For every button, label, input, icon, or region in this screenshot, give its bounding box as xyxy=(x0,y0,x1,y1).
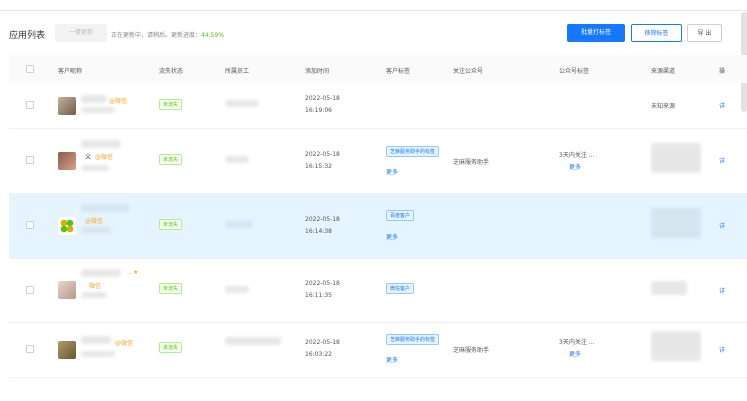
more-tags-link[interactable]: 更多 xyxy=(386,232,398,241)
remark-redacted xyxy=(81,292,107,298)
staff-redacted xyxy=(225,337,281,345)
source-channel: 未知来源 xyxy=(651,103,676,110)
remark-redacted xyxy=(81,165,109,171)
add-time: 16:19:06 xyxy=(305,107,332,114)
table-row[interactable]: @微信 未流失 2022-05-18 16:14:38 百度客户 更多 详 xyxy=(9,194,747,259)
customer-tag: 微信客户 xyxy=(386,283,415,294)
top-divider xyxy=(0,10,747,11)
official-account: 芝麻服务助手 xyxy=(453,159,490,166)
update-status: 正在更新中，请稍后。更新进度：44.59% xyxy=(111,32,224,39)
table-row[interactable]: …★ 微信 未流失 2022-05-18 16:11:35 微信客户 详 xyxy=(9,259,747,323)
clover-icon xyxy=(60,219,74,233)
row-checkbox[interactable] xyxy=(26,101,34,109)
update-progress: 44.59% xyxy=(201,32,224,39)
status-badge: 未流失 xyxy=(159,342,183,353)
add-date: 2022-05-18 xyxy=(305,151,340,158)
avatar xyxy=(58,97,76,115)
detail-link[interactable]: 详 xyxy=(719,345,725,354)
wechat-badge: @微信 xyxy=(115,340,134,347)
source-redacted xyxy=(651,331,701,361)
more-tags-link[interactable]: 更多 xyxy=(386,355,398,364)
source-redacted xyxy=(651,143,701,173)
wechat-star-icon: …★ xyxy=(127,269,139,276)
nickname-redacted xyxy=(81,269,121,277)
detail-link[interactable]: 详 xyxy=(719,221,725,230)
col-customer-tag: 客户标签 xyxy=(386,68,411,75)
remark-redacted xyxy=(81,227,111,233)
update-button[interactable]: 一键更新 xyxy=(55,24,107,42)
remark-redacted xyxy=(81,107,115,113)
remark-redacted xyxy=(81,351,115,357)
add-date: 2022-05-18 xyxy=(305,95,340,102)
more-account-tags-link[interactable]: 更多 xyxy=(569,349,581,358)
status-badge: 未流失 xyxy=(159,99,183,110)
nickname-redacted xyxy=(81,140,121,148)
table-header: 客户昵称 流失状态 所属员工 添加时间 客户标签 关注公众号 公众号标签 来源渠… xyxy=(9,55,747,83)
avatar xyxy=(58,152,76,170)
wechat-badge: 微信 xyxy=(89,283,102,290)
account-tag: 3天内关注 ... xyxy=(559,339,595,346)
table-row[interactable]: @微信 未流失 2022-05-18 16:03:22 芝麻服务助手的标签 更多… xyxy=(9,323,747,378)
add-time: 16:03:22 xyxy=(305,351,332,358)
row-checkbox[interactable] xyxy=(26,345,34,353)
staff-redacted xyxy=(225,156,249,163)
add-date: 2022-05-18 xyxy=(305,216,340,223)
col-staff: 所属员工 xyxy=(225,68,250,75)
detail-link[interactable]: 详 xyxy=(719,101,725,110)
wechat-badge: @微信 xyxy=(95,154,114,161)
avatar xyxy=(58,341,76,359)
customer-tag: 芝麻服务助手的标签 xyxy=(386,334,440,345)
nickname-text: 义 xyxy=(85,154,92,161)
customer-tag: 芝麻服务助手的标签 xyxy=(386,146,440,157)
row-checkbox[interactable] xyxy=(26,286,34,294)
col-add-time: 添加时间 xyxy=(305,68,330,75)
col-official-account: 关注公众号 xyxy=(453,68,484,75)
toolbar: 应用列表 一键更新 正在更新中，请稍后。更新进度：44.59% 批量打标签 移除… xyxy=(0,24,747,46)
source-redacted xyxy=(651,281,687,295)
status-badge: 未流失 xyxy=(159,154,183,165)
table-row[interactable]: @微信 未流失 2022-05-18 16:19:06 未知来源 详 xyxy=(9,83,747,129)
staff-redacted xyxy=(225,100,259,107)
export-button[interactable]: 导 出 xyxy=(687,24,722,42)
customer-tag: 百度客户 xyxy=(386,210,415,221)
wechat-badge: @微信 xyxy=(85,218,104,225)
add-time: 16:15:32 xyxy=(305,163,332,170)
col-operation: 操 xyxy=(719,68,726,75)
status-badge: 未流失 xyxy=(159,219,183,230)
staff-redacted xyxy=(225,221,253,228)
add-date: 2022-05-18 xyxy=(305,339,340,346)
staff-redacted xyxy=(225,286,249,293)
wechat-badge: @微信 xyxy=(109,98,128,105)
remove-tag-button[interactable]: 移除标签 xyxy=(631,24,682,42)
table-row[interactable]: 义 @微信 未流失 2022-05-18 16:15:32 芝麻服务助手的标签 … xyxy=(9,129,747,194)
source-redacted xyxy=(651,208,701,238)
col-source: 来源渠道 xyxy=(651,68,676,75)
official-account: 芝麻服务助手 xyxy=(453,347,490,354)
nickname-redacted xyxy=(81,336,111,344)
more-account-tags-link[interactable]: 更多 xyxy=(569,162,581,171)
detail-link[interactable]: 详 xyxy=(719,286,725,295)
nickname-redacted xyxy=(81,204,129,212)
nickname-redacted xyxy=(81,95,107,103)
col-account-tag: 公众号标签 xyxy=(559,68,590,75)
batch-tag-button[interactable]: 批量打标签 xyxy=(567,24,625,42)
account-tag: 3天内关注 ... xyxy=(559,152,595,159)
row-checkbox[interactable] xyxy=(26,221,34,229)
status-badge: 未流失 xyxy=(159,283,183,294)
add-time: 16:14:38 xyxy=(305,228,332,235)
row-checkbox[interactable] xyxy=(26,156,34,164)
page-title: 应用列表 xyxy=(9,31,46,41)
avatar xyxy=(58,217,76,235)
avatar xyxy=(58,281,76,299)
add-time: 16:11:35 xyxy=(305,292,332,299)
col-status: 流失状态 xyxy=(159,68,184,75)
detail-link[interactable]: 详 xyxy=(719,156,725,165)
select-all-checkbox[interactable] xyxy=(26,65,34,73)
more-tags-link[interactable]: 更多 xyxy=(386,167,398,176)
add-date: 2022-05-18 xyxy=(305,280,340,287)
col-nickname: 客户昵称 xyxy=(58,68,83,75)
